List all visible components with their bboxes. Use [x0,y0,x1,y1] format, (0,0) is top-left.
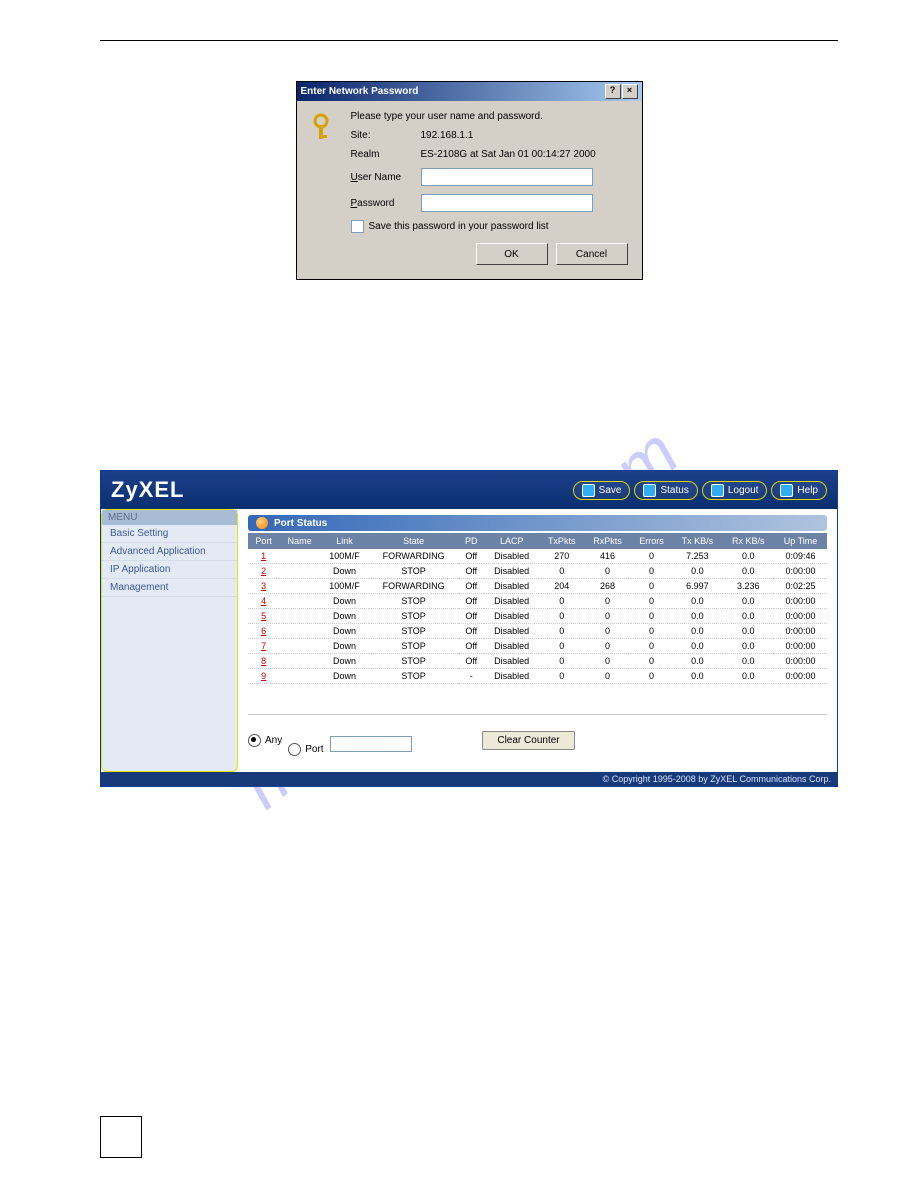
dialog-title: Enter Network Password [301,86,419,97]
table-row: 5DownSTOPOffDisabled0000.00.00:00:00 [248,609,827,624]
top-rule [100,40,838,41]
col-up-time: Up Time [774,533,827,549]
username-input[interactable] [421,168,593,186]
sidebar-item-ip[interactable]: IP Application [102,561,237,579]
table-row: 3100M/FFORWARDINGOffDisabled20426806.997… [248,579,827,594]
sidebar-item-basic[interactable]: Basic Setting [102,525,237,543]
col-rxpkts: RxPkts [584,533,631,549]
web-configurator: ZyXEL Save Status Logout Help MENU Basic… [100,470,838,787]
table-row: 9DownSTOP-Disabled0000.00.00:00:00 [248,669,827,684]
logout-button[interactable]: Logout [702,481,768,500]
col-errors: Errors [631,533,672,549]
page-number-box [100,1116,142,1158]
col-tx-kb-s: Tx KB/s [672,533,722,549]
login-dialog: Enter Network Password ? × Please type y… [296,81,643,280]
dialog-instruction: Please type your user name and password. [351,111,543,122]
col-lacp: LACP [484,533,539,549]
realm-value: ES-2108G at Sat Jan 01 00:14:27 2000 [421,149,596,160]
clear-counter-button[interactable]: Clear Counter [482,731,574,750]
help-icon[interactable]: ? [605,84,621,99]
username-label: UUser Nameser Name [351,172,421,183]
port-link[interactable]: 2 [261,566,266,576]
save-button[interactable]: Save [573,481,631,500]
site-label: Site: [351,130,421,141]
port-status-header: Port Status [248,515,827,531]
password-label: PasswordPassword [351,198,421,209]
table-row: 1100M/FFORWARDINGOffDisabled27041607.253… [248,549,827,564]
logout-icon [711,484,724,497]
port-link[interactable]: 4 [261,596,266,606]
col-name: Name [279,533,320,549]
key-icon [311,113,333,144]
save-password-label: Save this password in your password list [369,221,549,232]
password-input[interactable] [421,194,593,212]
table-row: 2DownSTOPOffDisabled0000.00.00:00:00 [248,564,827,579]
menu-header: MENU [102,510,237,525]
col-state: State [369,533,458,549]
footer-copyright: © Copyright 1995-2008 by ZyXEL Communica… [101,772,837,786]
status-icon [643,484,656,497]
col-pd: PD [458,533,484,549]
sidebar-item-management[interactable]: Management [102,579,237,597]
radio-any[interactable]: Any [248,734,282,747]
table-row: 7DownSTOPOffDisabled0000.00.00:00:00 [248,639,827,654]
ok-button[interactable]: OK [476,243,548,265]
zyxel-logo: ZyXEL [111,477,184,503]
port-link[interactable]: 9 [261,671,266,681]
col-port: Port [248,533,279,549]
port-number-input[interactable] [330,736,412,752]
port-link[interactable]: 6 [261,626,266,636]
port-link[interactable]: 7 [261,641,266,651]
port-link[interactable]: 8 [261,656,266,666]
port-status-table: PortNameLinkStatePDLACPTxPktsRxPktsError… [248,533,827,684]
bullet-icon [256,517,268,529]
save-icon [582,484,595,497]
cancel-button[interactable]: Cancel [556,243,628,265]
port-link[interactable]: 3 [261,581,266,591]
help-icon [780,484,793,497]
radio-port[interactable]: Port [288,725,412,756]
table-row: 6DownSTOPOffDisabled0000.00.00:00:00 [248,624,827,639]
col-rx-kb-s: Rx KB/s [723,533,775,549]
help-button[interactable]: Help [771,481,827,500]
port-link[interactable]: 1 [261,551,266,561]
sidebar-menu: MENU Basic Setting Advanced Application … [101,509,238,772]
table-row: 4DownSTOPOffDisabled0000.00.00:00:00 [248,594,827,609]
realm-label: Realm [351,149,421,160]
save-password-checkbox[interactable] [351,220,364,233]
status-button[interactable]: Status [634,481,697,500]
col-txpkts: TxPkts [539,533,584,549]
table-row: 8DownSTOPOffDisabled0000.00.00:00:00 [248,654,827,669]
sidebar-item-advanced[interactable]: Advanced Application [102,543,237,561]
close-icon[interactable]: × [622,84,638,99]
site-value: 192.168.1.1 [421,130,474,141]
port-link[interactable]: 5 [261,611,266,621]
col-link: Link [320,533,369,549]
